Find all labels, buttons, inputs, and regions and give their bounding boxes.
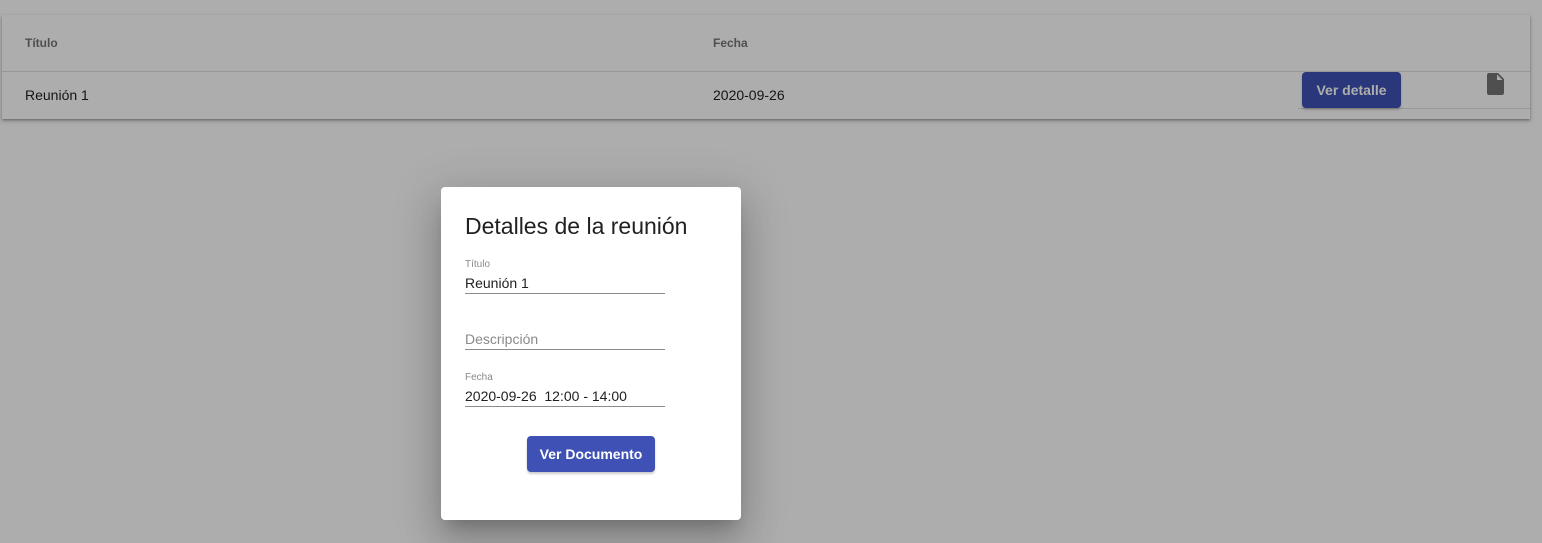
meeting-details-dialog: Detalles de la reunión Título Fecha Ver … <box>441 187 741 520</box>
dialog-title: Detalles de la reunión <box>465 213 688 239</box>
title-field-label: Título <box>465 259 491 270</box>
title-input[interactable] <box>465 273 665 294</box>
date-field-label: Fecha <box>465 372 493 383</box>
view-document-button[interactable]: Ver Documento <box>527 436 655 472</box>
description-input[interactable] <box>465 329 665 350</box>
dialog-backdrop[interactable] <box>0 0 1542 543</box>
date-input[interactable] <box>465 386 665 407</box>
